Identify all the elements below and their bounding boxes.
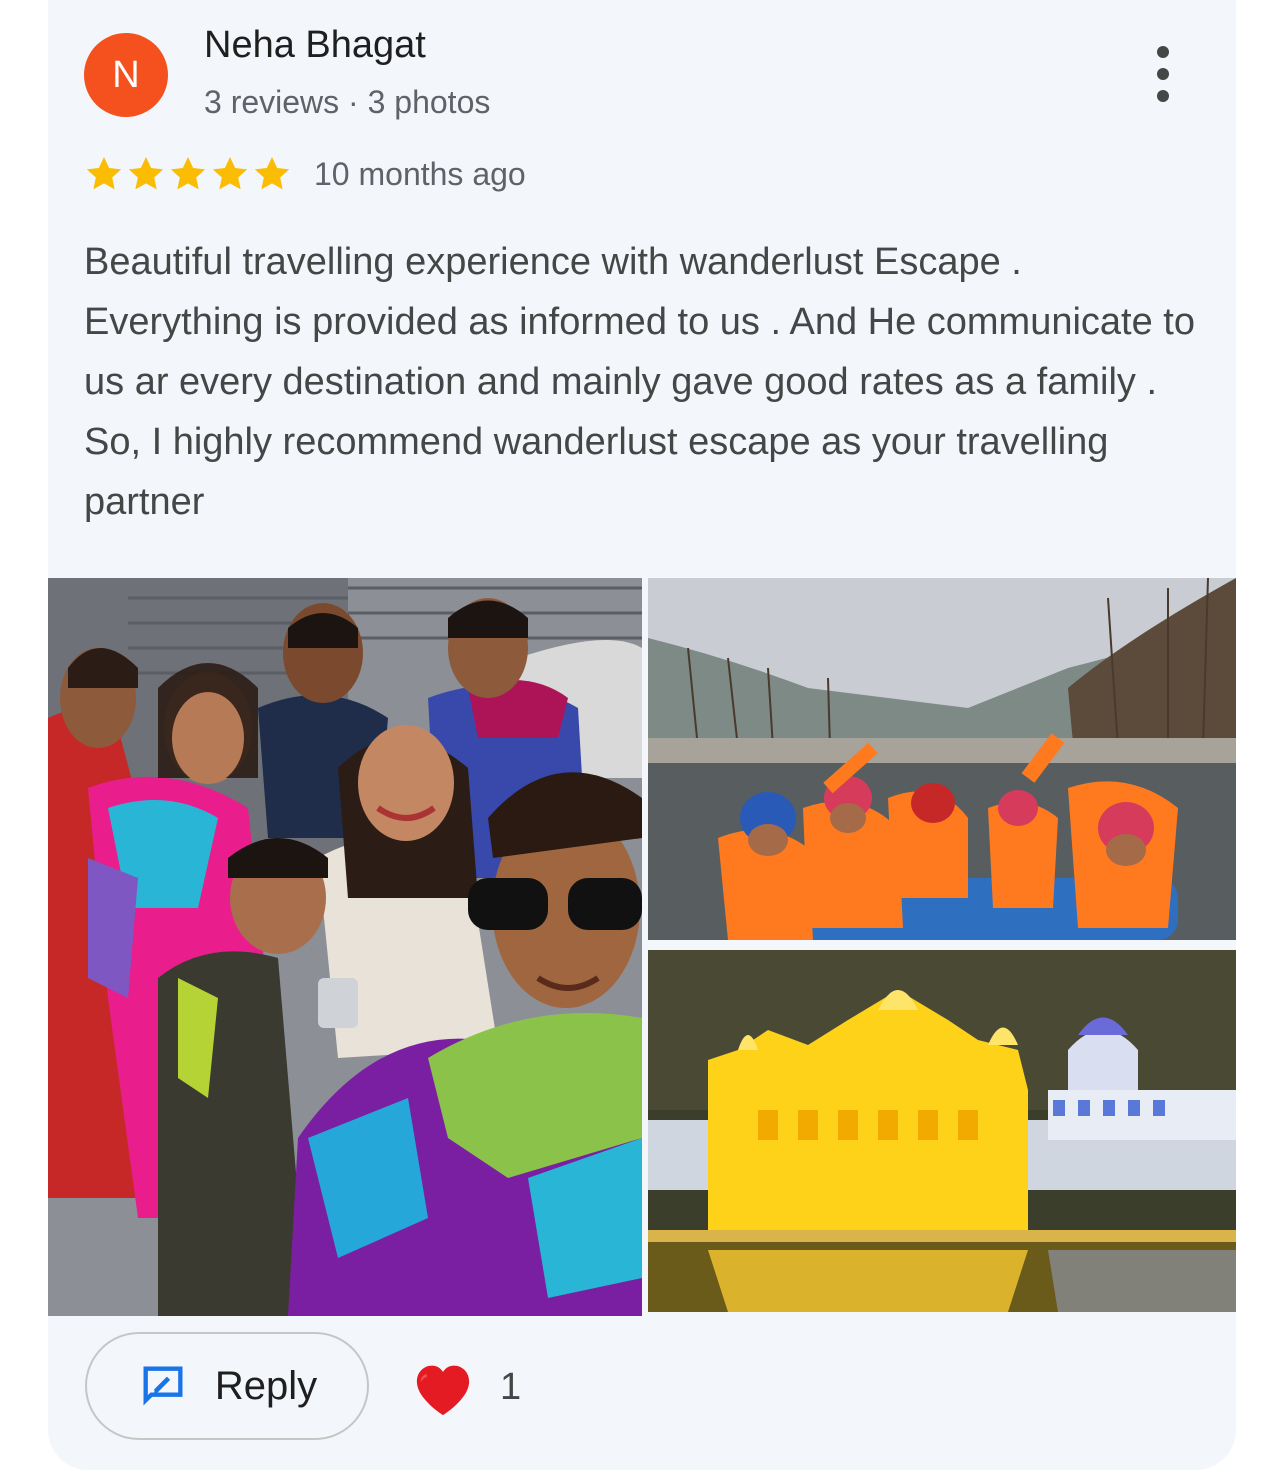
river-rafting-photo[interactable] [648,578,1236,940]
reviewer-name[interactable]: Neha Bhagat [204,24,426,67]
reviewer-meta: 3 reviews · 3 photos [204,84,491,120]
review-text: Beautiful travelling experience with wan… [84,241,1195,523]
photo-grid [48,578,1236,1316]
review-time: 10 months ago [314,156,526,192]
heart-icon[interactable] [410,1356,476,1422]
group-selfie-photo[interactable] [48,578,642,1316]
like-count: 1 [500,1366,522,1408]
star-rating [84,154,292,194]
avatar-initial: N [112,53,140,96]
reply-edit-icon [143,1366,183,1406]
star-icon [254,157,290,190]
star-icon [212,157,248,190]
avatar[interactable]: N [84,33,168,117]
golden-temple-night-photo[interactable] [648,950,1236,1312]
reply-button[interactable]: Reply [85,1332,369,1440]
more-vert-icon[interactable] [1148,46,1178,102]
star-icon [170,157,206,190]
reply-button-label: Reply [214,1363,318,1408]
review-card: N Neha Bhagat 3 reviews · 3 photos 10 mo… [48,0,1236,1470]
star-icon [128,157,164,190]
star-icon [86,157,122,190]
